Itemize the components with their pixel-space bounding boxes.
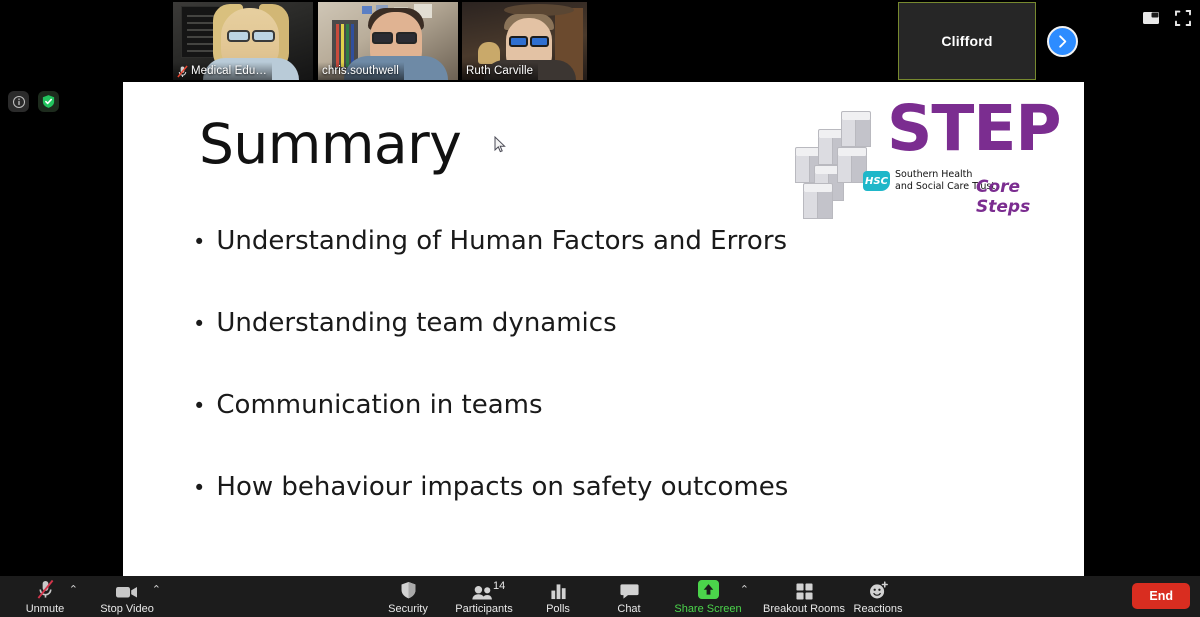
unmute-label: Unmute <box>25 603 65 615</box>
chevron-right-icon <box>1059 35 1067 48</box>
participant-tile-3[interactable]: Ruth Carville <box>462 2 587 80</box>
mouse-cursor <box>494 135 506 154</box>
share-screen-icon <box>697 579 720 600</box>
participant-name-4: Clifford <box>941 33 993 49</box>
polls-bar-chart-icon <box>550 579 567 600</box>
window-controls <box>1142 9 1192 27</box>
picture-in-picture-icon[interactable] <box>1142 9 1160 27</box>
hsc-badge: HSC <box>863 171 890 191</box>
participant-tile-4-active-speaker[interactable]: Clifford <box>898 2 1036 80</box>
participant-name-3: Ruth Carville <box>466 65 534 77</box>
participants-label: Participants <box>455 603 513 615</box>
fullscreen-icon[interactable] <box>1174 9 1192 27</box>
security-button[interactable]: Security <box>369 579 447 615</box>
shield-icon <box>400 579 417 600</box>
participants-button[interactable]: 14 Participants <box>445 579 523 615</box>
polls-label: Polls <box>546 603 570 615</box>
next-participants-page-button[interactable] <box>1047 26 1078 57</box>
breakout-rooms-label: Breakout Rooms <box>763 603 845 615</box>
share-options-chevron-icon[interactable]: ⌃ <box>740 585 749 596</box>
muted-mic-icon <box>36 579 55 600</box>
bullet-text: How behaviour impacts on safety outcomes <box>216 472 789 503</box>
bullet-marker: • <box>193 476 206 501</box>
stop-video-label: Stop Video <box>100 603 154 615</box>
slide-title: Summary <box>199 112 462 176</box>
share-screen-label: Share Screen <box>674 603 742 615</box>
participant-filmstrip: Medical Edu… chris.southwell Ruth Carvil… <box>0 0 1200 82</box>
video-options-chevron-icon[interactable]: ⌃ <box>152 585 161 596</box>
bullet-text: Understanding team dynamics <box>216 308 617 339</box>
security-label: Security <box>388 603 428 615</box>
participant-nameplate-1: Medical Edu… <box>173 62 272 80</box>
breakout-rooms-button[interactable]: Breakout Rooms <box>758 579 850 615</box>
left-indicators <box>8 91 59 112</box>
bullet-marker: • <box>193 312 206 337</box>
participant-nameplate-3: Ruth Carville <box>462 62 539 80</box>
bullet-marker: • <box>193 230 206 254</box>
polls-button[interactable]: Polls <box>519 579 597 615</box>
slide-bullet-item: • How behaviour impacts on safety outcom… <box>193 473 833 502</box>
reactions-label: Reactions <box>853 603 903 615</box>
participants-icon: 14 <box>471 579 505 600</box>
bullet-text: Communication in teams <box>216 390 543 421</box>
breakout-rooms-grid-icon <box>795 579 813 600</box>
slide-bullet-item: • Understanding of Human Factors and Err… <box>193 226 833 256</box>
bullet-text: Understanding of Human Factors and Error… <box>216 226 788 256</box>
muted-mic-icon <box>177 65 188 78</box>
participant-tile-1[interactable]: Medical Edu… <box>173 2 313 80</box>
chat-label: Chat <box>617 603 641 615</box>
participant-name-2: chris.southwell <box>322 65 399 77</box>
end-meeting-button[interactable]: End <box>1132 583 1190 609</box>
reactions-button[interactable]: Reactions <box>839 579 917 615</box>
participants-count-badge: 14 <box>493 580 506 592</box>
share-screen-button[interactable]: Share Screen ⌃ <box>669 579 749 615</box>
slide-bullet-list: • Understanding of Human Factors and Err… <box>193 226 833 555</box>
chat-button[interactable]: Chat <box>590 579 668 615</box>
participant-name-1: Medical Edu… <box>191 65 267 77</box>
meeting-info-icon[interactable] <box>8 91 29 112</box>
slide-bullet-item: • Understanding team dynamics <box>193 308 833 339</box>
logo-wordmark: STEP <box>887 92 1062 165</box>
reactions-smiley-icon <box>868 579 889 600</box>
meeting-toolbar: Unmute ⌃ Stop Video ⌃ Security 14 Partic… <box>0 576 1200 617</box>
audio-options-chevron-icon[interactable]: ⌃ <box>69 585 78 596</box>
shared-slide: Summary • Understanding of Human Factors… <box>123 82 1084 576</box>
chat-bubble-icon <box>619 579 639 600</box>
zoom-meeting-window: Medical Edu… chris.southwell Ruth Carvil… <box>0 0 1200 617</box>
slide-bullet-item: • Communication in teams <box>193 391 833 420</box>
logo-tagline: Core Steps <box>976 177 1031 217</box>
participant-tile-2[interactable]: chris.southwell <box>318 2 458 80</box>
step-core-steps-logo: STEP HSC Southern Health and Social Care… <box>795 95 1062 219</box>
video-camera-icon <box>115 579 139 600</box>
bullet-marker: • <box>193 394 206 419</box>
stop-video-button[interactable]: Stop Video ⌃ <box>88 579 166 616</box>
unmute-button[interactable]: Unmute ⌃ <box>6 579 84 615</box>
participant-nameplate-2: chris.southwell <box>318 62 404 80</box>
encryption-shield-icon[interactable] <box>38 91 59 112</box>
